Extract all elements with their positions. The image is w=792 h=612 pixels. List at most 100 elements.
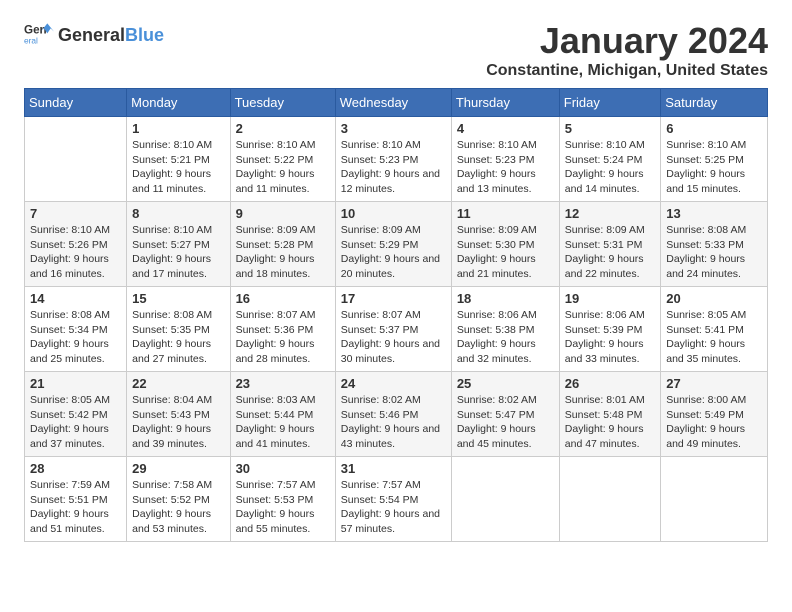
calendar-cell: 18 Sunrise: 8:06 AMSunset: 5:38 PMDayligh… — [451, 287, 559, 372]
calendar-cell: 11 Sunrise: 8:09 AMSunset: 5:30 PMDayligh… — [451, 202, 559, 287]
day-info: Sunrise: 8:07 AMSunset: 5:36 PMDaylight:… — [236, 308, 330, 367]
day-info: Sunrise: 8:10 AMSunset: 5:25 PMDaylight:… — [666, 138, 762, 197]
calendar-cell: 20Sunrise: 8:05 AMSunset: 5:41 PMDayligh… — [661, 287, 768, 372]
day-number: 8 — [132, 206, 224, 221]
calendar-cell: 29 Sunrise: 7:58 AMSunset: 5:52 PMDayligh… — [127, 457, 230, 542]
calendar-cell: 25Sunrise: 8:02 AMSunset: 5:47 PMDayligh… — [451, 372, 559, 457]
weekday-header-friday: Friday — [559, 89, 660, 117]
day-info: Sunrise: 7:57 AMSunset: 5:53 PMDaylight:… — [236, 478, 330, 537]
day-number: 27 — [666, 376, 762, 391]
day-number: 21 — [30, 376, 121, 391]
day-number: 29 — [132, 461, 224, 476]
day-number: 31 — [341, 461, 446, 476]
calendar-cell — [559, 457, 660, 542]
weekday-header-tuesday: Tuesday — [230, 89, 335, 117]
day-number: 12 — [565, 206, 655, 221]
title-section: January 2024 Constantine, Michigan, Unit… — [486, 20, 768, 80]
day-info: Sunrise: 8:10 AMSunset: 5:21 PMDaylight:… — [132, 138, 224, 197]
calendar-cell: 17 Sunrise: 8:07 AMSunset: 5:37 PMDayligh… — [335, 287, 451, 372]
calendar-cell: 10 Sunrise: 8:09 AMSunset: 5:29 PMDayligh… — [335, 202, 451, 287]
calendar-cell: 24 Sunrise: 8:02 AMSunset: 5:46 PMDayligh… — [335, 372, 451, 457]
day-info: Sunrise: 8:02 AMSunset: 5:46 PMDaylight:… — [341, 393, 446, 452]
logo: Gen eral General Blue — [24, 20, 164, 50]
day-info: Sunrise: 8:10 AMSunset: 5:26 PMDaylight:… — [30, 223, 121, 282]
week-row-4: 21 Sunrise: 8:05 AMSunset: 5:42 PMDayligh… — [25, 372, 768, 457]
weekday-header-saturday: Saturday — [661, 89, 768, 117]
calendar-cell — [451, 457, 559, 542]
day-info: Sunrise: 8:10 AMSunset: 5:24 PMDaylight:… — [565, 138, 655, 197]
day-number: 16 — [236, 291, 330, 306]
logo-general-text: General — [58, 25, 125, 46]
day-number: 10 — [341, 206, 446, 221]
calendar-table: SundayMondayTuesdayWednesdayThursdayFrid… — [24, 88, 768, 542]
calendar-cell — [25, 117, 127, 202]
day-info: Sunrise: 8:10 AMSunset: 5:23 PMDaylight:… — [341, 138, 446, 197]
day-number: 28 — [30, 461, 121, 476]
location-title: Constantine, Michigan, United States — [486, 62, 768, 80]
calendar-cell: 30Sunrise: 7:57 AMSunset: 5:53 PMDayligh… — [230, 457, 335, 542]
calendar-cell: 1Sunrise: 8:10 AMSunset: 5:21 PMDaylight… — [127, 117, 230, 202]
day-info: Sunrise: 8:04 AMSunset: 5:43 PMDaylight:… — [132, 393, 224, 452]
day-info: Sunrise: 8:10 AMSunset: 5:23 PMDaylight:… — [457, 138, 554, 197]
weekday-header-monday: Monday — [127, 89, 230, 117]
day-number: 17 — [341, 291, 446, 306]
calendar-cell: 22 Sunrise: 8:04 AMSunset: 5:43 PMDayligh… — [127, 372, 230, 457]
day-number: 18 — [457, 291, 554, 306]
day-number: 22 — [132, 376, 224, 391]
day-number: 9 — [236, 206, 330, 221]
day-number: 7 — [30, 206, 121, 221]
day-number: 15 — [132, 291, 224, 306]
calendar-cell: 27 Sunrise: 8:00 AMSunset: 5:49 PMDayligh… — [661, 372, 768, 457]
calendar-cell: 31 Sunrise: 7:57 AMSunset: 5:54 PMDayligh… — [335, 457, 451, 542]
week-row-3: 14 Sunrise: 8:08 AMSunset: 5:34 PMDayligh… — [25, 287, 768, 372]
day-info: Sunrise: 8:09 AMSunset: 5:29 PMDaylight:… — [341, 223, 446, 282]
day-info: Sunrise: 8:08 AMSunset: 5:34 PMDaylight:… — [30, 308, 121, 367]
day-info: Sunrise: 8:09 AMSunset: 5:30 PMDaylight:… — [457, 223, 554, 282]
day-number: 23 — [236, 376, 330, 391]
day-number: 19 — [565, 291, 655, 306]
weekday-header-thursday: Thursday — [451, 89, 559, 117]
day-info: Sunrise: 8:08 AMSunset: 5:33 PMDaylight:… — [666, 223, 762, 282]
calendar-cell: 14 Sunrise: 8:08 AMSunset: 5:34 PMDayligh… — [25, 287, 127, 372]
calendar-cell: 23 Sunrise: 8:03 AMSunset: 5:44 PMDayligh… — [230, 372, 335, 457]
calendar-cell: 9 Sunrise: 8:09 AMSunset: 5:28 PMDaylight… — [230, 202, 335, 287]
day-info: Sunrise: 8:05 AMSunset: 5:42 PMDaylight:… — [30, 393, 121, 452]
calendar-cell: 13 Sunrise: 8:08 AMSunset: 5:33 PMDayligh… — [661, 202, 768, 287]
calendar-cell — [661, 457, 768, 542]
day-info: Sunrise: 8:00 AMSunset: 5:49 PMDaylight:… — [666, 393, 762, 452]
day-info: Sunrise: 8:09 AMSunset: 5:31 PMDaylight:… — [565, 223, 655, 282]
day-info: Sunrise: 8:10 AMSunset: 5:27 PMDaylight:… — [132, 223, 224, 282]
day-number: 11 — [457, 206, 554, 221]
day-info: Sunrise: 8:08 AMSunset: 5:35 PMDaylight:… — [132, 308, 224, 367]
day-number: 26 — [565, 376, 655, 391]
day-number: 13 — [666, 206, 762, 221]
calendar-cell: 19 Sunrise: 8:06 AMSunset: 5:39 PMDayligh… — [559, 287, 660, 372]
day-number: 25 — [457, 376, 554, 391]
calendar-cell: 8 Sunrise: 8:10 AMSunset: 5:27 PMDaylight… — [127, 202, 230, 287]
calendar-cell: 26Sunrise: 8:01 AMSunset: 5:48 PMDayligh… — [559, 372, 660, 457]
day-info: Sunrise: 8:06 AMSunset: 5:38 PMDaylight:… — [457, 308, 554, 367]
day-info: Sunrise: 8:06 AMSunset: 5:39 PMDaylight:… — [565, 308, 655, 367]
day-info: Sunrise: 8:07 AMSunset: 5:37 PMDaylight:… — [341, 308, 446, 367]
calendar-cell: 4 Sunrise: 8:10 AMSunset: 5:23 PMDaylight… — [451, 117, 559, 202]
day-number: 4 — [457, 121, 554, 136]
svg-text:Gen: Gen — [24, 23, 47, 36]
day-info: Sunrise: 7:58 AMSunset: 5:52 PMDaylight:… — [132, 478, 224, 537]
logo-icon: Gen eral — [24, 20, 54, 50]
calendar-cell: 6Sunrise: 8:10 AMSunset: 5:25 PMDaylight… — [661, 117, 768, 202]
day-number: 24 — [341, 376, 446, 391]
day-number: 5 — [565, 121, 655, 136]
calendar-cell: 7 Sunrise: 8:10 AMSunset: 5:26 PMDaylight… — [25, 202, 127, 287]
day-info: Sunrise: 8:09 AMSunset: 5:28 PMDaylight:… — [236, 223, 330, 282]
calendar-cell: 16 Sunrise: 8:07 AMSunset: 5:36 PMDayligh… — [230, 287, 335, 372]
weekday-header-row: SundayMondayTuesdayWednesdayThursdayFrid… — [25, 89, 768, 117]
day-info: Sunrise: 7:57 AMSunset: 5:54 PMDaylight:… — [341, 478, 446, 537]
calendar-cell: 2Sunrise: 8:10 AMSunset: 5:22 PMDaylight… — [230, 117, 335, 202]
calendar-cell: 21 Sunrise: 8:05 AMSunset: 5:42 PMDayligh… — [25, 372, 127, 457]
week-row-2: 7 Sunrise: 8:10 AMSunset: 5:26 PMDaylight… — [25, 202, 768, 287]
month-title: January 2024 — [486, 20, 768, 62]
day-info: Sunrise: 8:03 AMSunset: 5:44 PMDaylight:… — [236, 393, 330, 452]
day-number: 14 — [30, 291, 121, 306]
week-row-5: 28Sunrise: 7:59 AMSunset: 5:51 PMDayligh… — [25, 457, 768, 542]
calendar-cell: 3Sunrise: 8:10 AMSunset: 5:23 PMDaylight… — [335, 117, 451, 202]
